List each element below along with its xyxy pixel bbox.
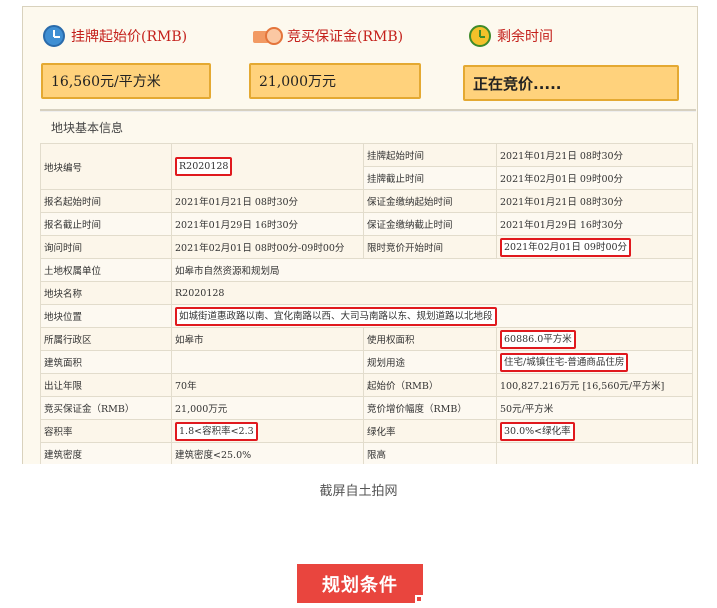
cell-value: 60886.0平方米 <box>496 327 693 351</box>
section-divider <box>40 109 696 112</box>
start-price-header: 挂牌起始价(RMB) <box>43 25 187 47</box>
deposit-value: 21,000万元 <box>249 63 421 99</box>
remaining-header: 剩余时间 <box>469 25 553 47</box>
cell-label: 保证金缴纳起始时间 <box>363 189 497 213</box>
cell-value: 如城街道惠政路以南、宜化南路以西、大司马南路以东、规划道路以北地段 <box>171 304 693 328</box>
table-row: 询问时间 2021年02月01日 08时00分-09时00分 限时竞价开始时间 … <box>40 235 693 259</box>
start-price-label: 挂牌起始价(RMB) <box>71 29 188 45</box>
table-row: 地块位置 如城街道惠政路以南、宜化南路以西、大司马南路以东、规划道路以北地段 <box>40 304 693 328</box>
section-heading-text: 规划条件 <box>322 574 398 596</box>
cell-value: 2021年01月21日 08时30分 <box>171 189 364 213</box>
highlighted-value: 2021年02月01日 09时00分 <box>500 237 632 257</box>
cell-label: 地块名称 <box>40 281 172 305</box>
cell-label: 报名起始时间 <box>40 189 172 213</box>
cell-label: 竞价增价幅度（RMB） <box>363 396 497 420</box>
highlighted-value: R2020128 <box>175 157 233 176</box>
cell-label: 询问时间 <box>40 235 172 259</box>
cell-label: 地块编号 <box>40 143 172 190</box>
cell-value: 30.0%<绿化率 <box>496 419 693 443</box>
cell-label: 所属行政区 <box>40 327 172 351</box>
cell-value: R2020128 <box>171 143 364 190</box>
table-row: 报名截止时间 2021年01月29日 16时30分 保证金缴纳截止时间 2021… <box>40 212 693 236</box>
section-heading-block: 规划条件 <box>297 564 423 603</box>
remaining-value: 正在竞价..... <box>463 65 679 101</box>
highlighted-value: 30.0%<绿化率 <box>500 421 575 441</box>
cell-label: 建筑面积 <box>40 350 172 374</box>
deposit-header: 竞买保证金(RMB) <box>253 25 403 47</box>
table-row: 土地权属单位 如皋市自然资源和规划局 <box>40 258 693 282</box>
alarm-clock-icon <box>469 25 491 47</box>
cell-value: 2021年01月29日 16时30分 <box>171 212 364 236</box>
deposit-label: 竞买保证金(RMB) <box>287 29 404 45</box>
cell-value: 70年 <box>171 373 364 397</box>
cell-label: 报名截止时间 <box>40 212 172 236</box>
table-row: 出让年限 70年 起始价（RMB） 100,827.216万元 [16,560元… <box>40 373 693 397</box>
remaining-label: 剩余时间 <box>497 29 553 45</box>
cell-value: 2021年02月01日 09时00分 <box>496 235 693 259</box>
cell-label: 限高 <box>363 442 497 464</box>
cell-label: 起始价（RMB） <box>363 373 497 397</box>
table-row: 地块编号 R2020128 挂牌起始时间 2021年01月21日 08时30分 <box>40 143 693 190</box>
cell-value: 建筑密度<25.0% <box>171 442 364 464</box>
cell-value: 2021年01月29日 16时30分 <box>496 212 693 236</box>
land-info-table: 地块编号 R2020128 挂牌起始时间 2021年01月21日 08时30分 … <box>40 143 693 464</box>
table-row: 容积率 1.8<容积率<2.3 绿化率 30.0%<绿化率 <box>40 419 693 443</box>
price-clock-icon <box>43 25 65 47</box>
cell-value: 2021年01月21日 08时30分 <box>496 189 693 213</box>
cell-value: 50元/平方米 <box>496 396 693 420</box>
cell-value: 2021年02月01日 09时00分 <box>496 166 693 190</box>
cell-value: 如皋市 <box>171 327 364 351</box>
highlighted-value: 住宅/城镇住宅-普通商品住房 <box>500 352 629 372</box>
cell-label: 土地权属单位 <box>40 258 172 282</box>
cell-label: 保证金缴纳截止时间 <box>363 212 497 236</box>
cell-label: 竞买保证金（RMB） <box>40 396 172 420</box>
cell-label: 规划用途 <box>363 350 497 374</box>
cell-value: 住宅/城镇住宅-普通商品住房 <box>496 350 693 374</box>
section-title: 地块基本信息 <box>51 121 124 135</box>
cell-value: 2021年02月01日 08时00分-09时00分 <box>171 235 364 259</box>
cell-label: 挂牌截止时间 <box>363 166 497 190</box>
cell-label: 绿化率 <box>363 419 497 443</box>
cell-label: 出让年限 <box>40 373 172 397</box>
cell-value <box>496 442 693 464</box>
table-row: 竞买保证金（RMB） 21,000万元 竞价增价幅度（RMB） 50元/平方米 <box>40 396 693 420</box>
highlighted-value: 60886.0平方米 <box>500 329 576 349</box>
table-row: 地块名称 R2020128 <box>40 281 693 305</box>
table-row: 报名起始时间 2021年01月21日 08时30分 保证金缴纳起始时间 2021… <box>40 189 693 213</box>
cell-label: 地块位置 <box>40 304 172 328</box>
cell-label: 容积率 <box>40 419 172 443</box>
cell-value: 2021年01月21日 08时30分 <box>496 143 693 167</box>
money-icon <box>253 25 283 47</box>
cell-value <box>171 350 364 374</box>
image-caption: 截屏自土拍网 <box>319 484 398 499</box>
land-info-panel: 挂牌起始价(RMB) 竞买保证金(RMB) 剩余时间 16,560元/平方米 2… <box>22 6 698 464</box>
table-row: 建筑密度 建筑密度<25.0% 限高 <box>40 442 693 464</box>
highlighted-value: 如城街道惠政路以南、宜化南路以西、大司马南路以东、规划道路以北地段 <box>175 306 497 326</box>
cell-value: 如皋市自然资源和规划局 <box>171 258 693 282</box>
cell-label: 挂牌起始时间 <box>363 143 497 167</box>
cell-label: 使用权面积 <box>363 327 497 351</box>
table-row: 建筑面积 规划用途 住宅/城镇住宅-普通商品住房 <box>40 350 693 374</box>
cell-value: 21,000万元 <box>171 396 364 420</box>
cell-label: 建筑密度 <box>40 442 172 464</box>
cell-label: 限时竞价开始时间 <box>363 235 497 259</box>
cell-value: 100,827.216万元 [16,560元/平方米] <box>496 373 693 397</box>
table-row: 所属行政区 如皋市 使用权面积 60886.0平方米 <box>40 327 693 351</box>
highlighted-value: 1.8<容积率<2.3 <box>175 421 258 441</box>
cell-value: 1.8<容积率<2.3 <box>171 419 364 443</box>
start-price-value: 16,560元/平方米 <box>41 63 211 99</box>
cell-value: R2020128 <box>171 281 693 305</box>
